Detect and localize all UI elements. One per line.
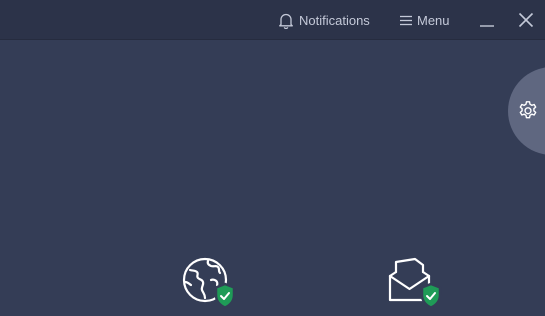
close-button[interactable]	[517, 0, 535, 40]
globe-icon	[182, 257, 236, 309]
settings-button[interactable]	[508, 67, 545, 155]
menu-label: Menu	[417, 12, 450, 28]
gear-icon	[517, 100, 539, 127]
close-icon	[518, 12, 534, 28]
web-shield-status	[181, 256, 237, 316]
envelope-icon	[388, 257, 442, 309]
notifications-label: Notifications	[299, 12, 370, 28]
hamburger-icon	[400, 15, 412, 26]
mail-shield-status	[387, 256, 445, 316]
app-window: Notifications Menu	[0, 0, 545, 316]
minimize-icon	[479, 13, 495, 27]
minimize-button[interactable]	[478, 0, 496, 40]
menu-button[interactable]: Menu	[400, 0, 450, 40]
title-bar: Notifications Menu	[0, 0, 545, 40]
notifications-button[interactable]: Notifications	[278, 0, 370, 40]
bell-icon	[278, 12, 294, 29]
